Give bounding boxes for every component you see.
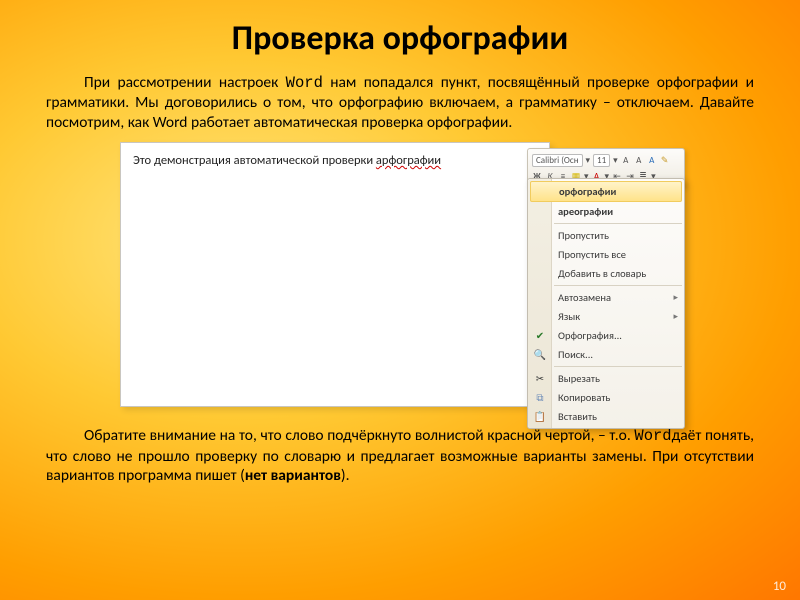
doc-text: Это демонстрация автоматической проверки xyxy=(133,153,376,168)
paragraph-2: Обратите внимание на то, что слово подчё… xyxy=(0,426,800,485)
menu-paste[interactable]: 📋 Вставить xyxy=(528,407,684,426)
misspelled-word[interactable]: арфографии xyxy=(376,153,441,168)
menu-cut[interactable]: ✂ Вырезать xyxy=(528,369,684,388)
menu-copy-label: Копировать xyxy=(558,391,610,404)
grow-font-icon[interactable]: A xyxy=(621,155,631,165)
menu-paste-label: Вставить xyxy=(558,410,597,423)
dropdown-icon[interactable]: ▾ xyxy=(613,155,618,166)
font-selector[interactable]: Calibri (Осн xyxy=(532,154,583,167)
para2-bold: нет вариантов xyxy=(245,466,341,485)
menu-copy[interactable]: ⧉ Копировать xyxy=(528,388,684,407)
para1-text-a: При рассмотрении настроек xyxy=(84,73,286,92)
menu-lookup[interactable]: 🔍 Поиск... xyxy=(528,345,684,364)
para1-word: Word xyxy=(286,74,323,92)
menu-skip-all[interactable]: Пропустить все xyxy=(528,245,684,264)
document-area: Это демонстрация автоматической проверки… xyxy=(120,142,550,407)
menu-autocorrect[interactable]: Автозамена xyxy=(528,288,684,307)
menu-spelling[interactable]: ✔ Орфография... xyxy=(528,326,684,345)
font-size-selector[interactable]: 11 xyxy=(593,154,610,167)
menu-cut-label: Вырезать xyxy=(558,372,600,385)
copy-icon: ⧉ xyxy=(533,390,547,404)
menu-spelling-label: Орфография... xyxy=(558,329,622,342)
spellcheck-icon: ✔ xyxy=(533,328,547,342)
menu-lookup-label: Поиск... xyxy=(558,348,593,361)
dropdown-icon[interactable]: ▾ xyxy=(586,155,591,166)
paste-icon: 📋 xyxy=(533,409,547,423)
para2-word: Word xyxy=(634,427,671,445)
page-number: 10 xyxy=(773,579,786,594)
paragraph-1: При рассмотрении настроек Word нам попад… xyxy=(0,73,800,132)
search-icon: 🔍 xyxy=(533,347,547,361)
format-painter-icon[interactable]: ✎ xyxy=(660,155,670,165)
suggestion-1[interactable]: орфографии xyxy=(530,181,682,202)
shrink-font-icon[interactable]: A xyxy=(634,155,644,165)
style-icon[interactable]: A xyxy=(647,155,657,165)
suggestion-2[interactable]: ареографии xyxy=(528,202,684,221)
menu-language[interactable]: Язык xyxy=(528,307,684,326)
word-screenshot: Это демонстрация автоматической проверки… xyxy=(120,142,680,422)
menu-add-dictionary[interactable]: Добавить в словарь xyxy=(528,264,684,283)
menu-skip[interactable]: Пропустить xyxy=(528,226,684,245)
cut-icon: ✂ xyxy=(533,371,547,385)
slide-title: Проверка орфографии xyxy=(0,0,800,73)
para2-text-c: ). xyxy=(341,466,350,485)
context-menu[interactable]: орфографии ареографии Пропустить Пропуст… xyxy=(527,178,685,429)
